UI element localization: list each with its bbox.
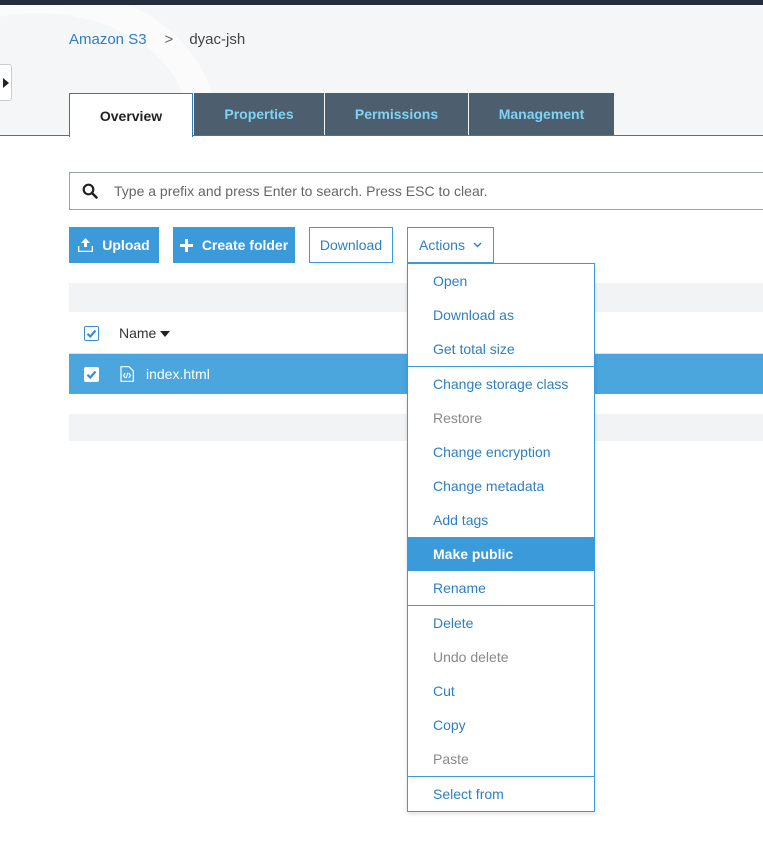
name-column-label: Name: [119, 325, 157, 341]
file-name-link[interactable]: index.html: [146, 366, 210, 382]
actions-button[interactable]: Actions: [407, 227, 494, 263]
chevron-right-icon: >: [164, 31, 174, 48]
sidebar-toggle-button[interactable]: [0, 64, 12, 101]
menu-item-delete[interactable]: Delete: [408, 606, 594, 640]
menu-item-cut[interactable]: Cut: [408, 674, 594, 708]
breadcrumb-link-amazon-s3[interactable]: Amazon S3: [69, 31, 147, 48]
download-button[interactable]: Download: [309, 227, 393, 263]
tab-management[interactable]: Management: [469, 93, 614, 135]
create-folder-label: Create folder: [201, 237, 289, 253]
html-file-icon: [120, 366, 134, 382]
menu-item-change-metadata[interactable]: Change metadata: [408, 469, 594, 503]
menu-item-copy[interactable]: Copy: [408, 708, 594, 742]
upload-icon: [78, 238, 94, 252]
menu-item-change-encryption[interactable]: Change encryption: [408, 435, 594, 469]
download-label: Download: [319, 237, 383, 253]
search-icon: [82, 183, 98, 199]
row-checkbox[interactable]: [84, 367, 99, 382]
breadcrumb: Amazon S3 > dyac-jsh: [69, 31, 245, 48]
menu-item-change-storage-class[interactable]: Change storage class: [408, 367, 594, 401]
checkmark-icon: [86, 370, 97, 380]
menu-item-select-from[interactable]: Select from: [408, 777, 594, 811]
create-folder-button[interactable]: Create folder: [173, 227, 295, 263]
actions-label: Actions: [419, 237, 465, 253]
search-input[interactable]: [114, 173, 754, 209]
caret-right-icon: [3, 78, 9, 88]
menu-item-open[interactable]: Open: [408, 264, 594, 298]
menu-item-get-total-size[interactable]: Get total size: [408, 332, 594, 366]
tab-properties[interactable]: Properties: [194, 93, 324, 135]
menu-item-download-as[interactable]: Download as: [408, 298, 594, 332]
tab-underline-gap: [70, 135, 192, 136]
menu-item-rename[interactable]: Rename: [408, 571, 594, 605]
plus-icon: [179, 238, 193, 252]
sort-descending-icon: [160, 331, 171, 338]
actions-dropdown-menu: Open Download as Get total size Change s…: [407, 263, 595, 812]
select-all-checkbox[interactable]: [84, 326, 99, 341]
menu-item-paste: Paste: [433, 751, 469, 767]
tab-permissions[interactable]: Permissions: [325, 93, 468, 135]
menu-item-add-tags[interactable]: Add tags: [408, 503, 594, 537]
upload-label: Upload: [102, 237, 150, 253]
search-box: [69, 172, 763, 210]
upload-button[interactable]: Upload: [69, 227, 159, 263]
menu-item-make-public[interactable]: Make public: [408, 537, 594, 571]
checkmark-icon: [86, 329, 97, 339]
tab-overview[interactable]: Overview: [69, 93, 193, 137]
menu-item-restore: Restore: [433, 410, 483, 426]
chevron-down-icon: [473, 242, 482, 248]
menu-item-undo-delete: Undo delete: [433, 649, 509, 665]
name-column-header[interactable]: Name: [119, 325, 171, 341]
breadcrumb-current-bucket: dyac-jsh: [189, 31, 246, 48]
